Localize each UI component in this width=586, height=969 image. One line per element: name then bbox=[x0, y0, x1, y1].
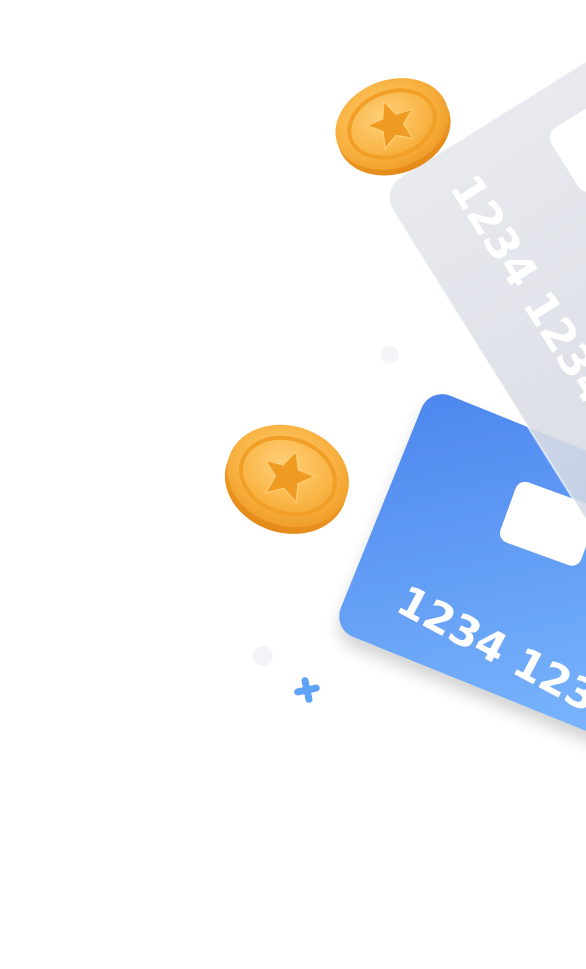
decor-dot bbox=[253, 646, 273, 666]
plus-icon bbox=[294, 677, 320, 703]
coin-middle bbox=[224, 424, 349, 534]
decor-dot bbox=[381, 346, 399, 364]
card-illustration: 1234 1234 12 1234 1234 1234 bbox=[0, 0, 586, 969]
illustration-canvas: 1234 1234 12 1234 1234 1234 bbox=[224, 7, 586, 770]
